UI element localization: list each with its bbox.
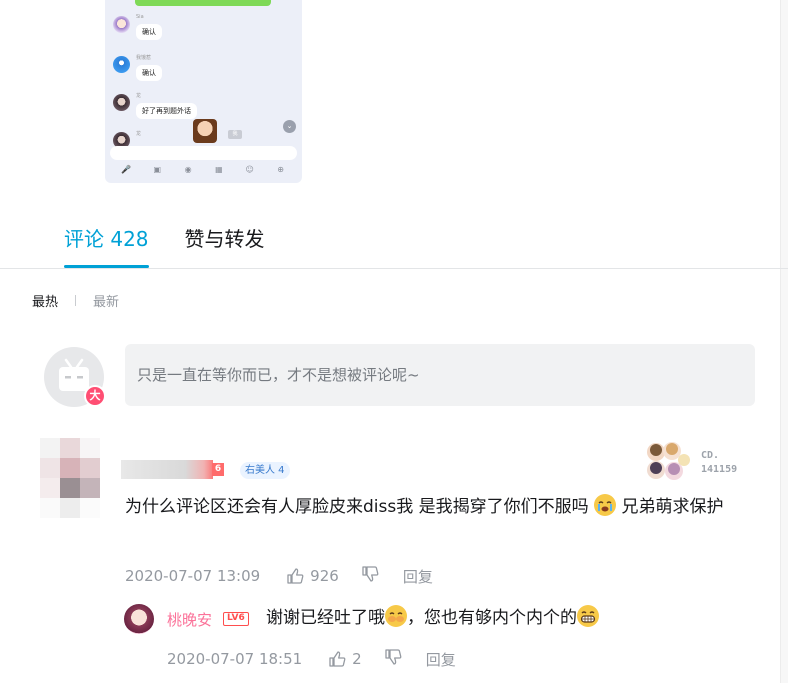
chat-message: 我饿惹 确认 <box>113 55 162 81</box>
gift-icon: ▦ <box>215 165 223 174</box>
thumb-up-icon <box>287 568 304 584</box>
tab-likes-reposts[interactable]: 赞与转发 <box>185 220 265 268</box>
dislike-button[interactable] <box>384 648 408 670</box>
chat-message: 龙 好了再到题外话 <box>113 93 197 119</box>
chat-input-bar <box>110 146 297 160</box>
camera-icon: ◉ <box>184 165 192 174</box>
comment-time: 2020-07-07 13:09 <box>125 567 261 585</box>
like-count: 2 <box>352 650 362 668</box>
avatar <box>113 56 130 73</box>
like-button[interactable]: 2 <box>328 650 362 668</box>
chat-sender-name: Sia <box>136 14 144 20</box>
comment-input[interactable]: 只是一直在等你而已，才不是想被评论呢~ <box>125 344 755 406</box>
emoji-icon: ☺ <box>245 165 254 174</box>
level-badge: 6 <box>212 463 224 476</box>
chat-mini-label: 我 <box>228 130 242 139</box>
commenter-avatar-blurred[interactable] <box>40 438 100 518</box>
reply-user-name[interactable]: 桃晚安 <box>167 609 212 630</box>
microphone-icon: 🎤 <box>121 165 132 174</box>
tab-comments[interactable]: 评论 428 <box>64 220 149 268</box>
like-count: 926 <box>310 567 339 585</box>
chat-sender-name: 龙 <box>136 131 142 137</box>
like-button[interactable]: 926 <box>286 567 339 585</box>
fan-tag[interactable]: 右美人 4 <box>240 462 290 479</box>
fan-card-number: CD. 141159 <box>701 450 738 475</box>
reply-meta: 2020-07-07 18:51 2 回复 <box>167 648 456 670</box>
chat-bubble: 好了再到题外话 <box>136 103 197 119</box>
sort-hot[interactable]: 最热 <box>32 291 58 310</box>
chat-message: Sia 确认 <box>113 14 162 40</box>
chat-sender-name: 龙 <box>136 93 142 99</box>
divider <box>75 295 77 306</box>
thumb-up-icon <box>329 651 346 667</box>
image-icon: ▣ <box>153 165 162 174</box>
sort-new[interactable]: 最新 <box>93 291 119 310</box>
avatar <box>113 16 130 33</box>
chat-toolbar: 🎤 ▣ ◉ ▦ ☺ ⊕ <box>105 164 302 175</box>
page-scrollbar[interactable] <box>780 0 788 683</box>
comment-meta: 2020-07-07 13:09 926 回复 <box>125 565 433 587</box>
reply-button[interactable]: 回复 <box>426 649 456 670</box>
comment-text: 为什么评论区还会有人厚脸皮来diss我 是我揭穿了你们不服吗 兄弟萌求保护 <box>125 493 755 522</box>
avatar <box>113 94 130 111</box>
vip-badge: 大 <box>84 385 106 407</box>
thumb-down-icon <box>385 649 402 665</box>
dislike-button[interactable] <box>361 565 385 587</box>
sticker-image <box>193 119 217 143</box>
sort-bar: 最热 最新 <box>32 291 119 310</box>
chat-bubble: 确认 <box>136 24 162 40</box>
shy-emoji-icon <box>385 605 407 627</box>
comment-tabs: 评论 428 赞与转发 <box>64 220 265 268</box>
chat-bubble: 确认 <box>136 65 162 81</box>
reply-time: 2020-07-07 18:51 <box>167 650 303 668</box>
reply-button[interactable]: 回复 <box>403 566 433 587</box>
thumb-down-icon <box>362 566 379 582</box>
crying-emoji-icon <box>594 494 617 516</box>
chat-screenshot-image: Sia 确认 我饿惹 确认 龙 好了再到题外话 龙 我 ⌄ 🎤 ▣ ◉ ▦ ☺ … <box>105 0 302 183</box>
plus-icon: ⊕ <box>277 165 284 174</box>
grinning-emoji-icon <box>577 605 599 627</box>
fan-card-image[interactable] <box>644 440 690 484</box>
chevron-down-icon: ⌄ <box>283 120 296 133</box>
reply-text: 谢谢已经吐了哦 ，您也有够内个内个的 <box>266 604 599 632</box>
level-badge: LV6 <box>223 612 249 626</box>
green-bubble-fragment <box>135 0 271 6</box>
chat-sender-name: 我饿惹 <box>136 55 152 61</box>
divider <box>0 268 788 269</box>
reply-user-avatar[interactable] <box>124 604 154 634</box>
commenter-name-redacted[interactable] <box>121 460 213 479</box>
